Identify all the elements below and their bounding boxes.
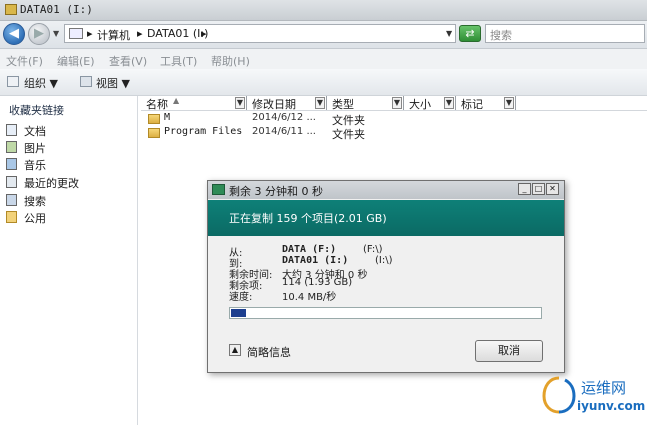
fewer-details-label[interactable]: 简略信息 bbox=[247, 344, 291, 360]
forward-button[interactable]: ▶ bbox=[28, 23, 50, 45]
column-filter-icon[interactable]: ▼ bbox=[504, 97, 514, 109]
file-row[interactable]: M 2014/6/12 ... 文件夹 bbox=[148, 112, 408, 127]
address-bar-area: ◀ ▶ ▼ ▸ 计算机 ▸ DATA01 (I:) ▸ ▼ ⇄ 搜索 bbox=[0, 21, 647, 49]
menu-bar: 文件(F) 编辑(E) 查看(V) 工具(T) 帮助(H) bbox=[0, 49, 647, 69]
sidebar-item-search[interactable]: 搜索 bbox=[6, 192, 134, 208]
sidebar-item-public[interactable]: 公用 bbox=[6, 209, 134, 225]
arrow-left-icon: ◀ bbox=[9, 26, 19, 41]
organize-icon bbox=[7, 76, 19, 87]
watermark: 运维网 iyunv.com bbox=[541, 375, 645, 421]
progress-fill bbox=[231, 309, 246, 317]
minimize-button[interactable]: _ bbox=[518, 183, 531, 195]
organize-button[interactable]: 组织 ▼ bbox=[24, 75, 58, 91]
watermark-site: iyunv.com bbox=[577, 399, 646, 413]
close-button[interactable]: ✕ bbox=[546, 183, 559, 195]
folder-icon bbox=[148, 114, 160, 124]
column-size[interactable]: 大小 ▼ bbox=[404, 96, 456, 111]
menu-help[interactable]: 帮助(H) bbox=[211, 53, 250, 69]
column-tags[interactable]: 标记 ▼ bbox=[456, 96, 516, 111]
column-filter-icon[interactable]: ▼ bbox=[315, 97, 325, 109]
search-icon bbox=[6, 194, 17, 206]
menu-tools[interactable]: 工具(T) bbox=[160, 53, 197, 69]
recent-icon bbox=[6, 176, 17, 188]
arrow-right-icon: ▶ bbox=[34, 26, 44, 41]
column-name[interactable]: 名称 ▲ ▼ bbox=[141, 96, 247, 111]
menu-edit[interactable]: 编辑(E) bbox=[57, 53, 95, 69]
column-date[interactable]: 修改日期 ▼ bbox=[247, 96, 327, 111]
menu-file[interactable]: 文件(F) bbox=[6, 53, 43, 69]
refresh-icon: ⇄ bbox=[465, 27, 475, 40]
breadcrumb-drive[interactable]: DATA01 (I:) bbox=[147, 27, 208, 40]
sidebar-item-music[interactable]: 音乐 bbox=[6, 156, 134, 172]
column-header: 名称 ▲ ▼ 修改日期 ▼ 类型 ▼ 大小 ▼ 标记 ▼ bbox=[141, 96, 647, 111]
column-filter-icon[interactable]: ▼ bbox=[392, 97, 402, 109]
logo-icon bbox=[542, 376, 576, 414]
drive-icon bbox=[5, 4, 17, 15]
address-input[interactable]: ▸ 计算机 ▸ DATA01 (I:) ▸ bbox=[64, 24, 456, 43]
pictures-icon bbox=[6, 141, 17, 153]
maximize-button[interactable]: □ bbox=[532, 183, 545, 195]
copy-summary: 正在复制 159 个项目(2.01 GB) bbox=[229, 212, 387, 225]
collapse-details-button[interactable]: ▲ bbox=[229, 344, 241, 356]
dialog-title: 剩余 3 分钟和 0 秒 bbox=[229, 185, 323, 198]
navigation-pane: 收藏夹链接 文档 图片 音乐 最近的更改 搜索 公用 bbox=[0, 96, 138, 425]
cancel-button[interactable]: 取消 bbox=[475, 340, 543, 362]
views-button[interactable]: 视图 ▼ bbox=[96, 75, 130, 91]
column-filter-icon[interactable]: ▼ bbox=[444, 97, 454, 109]
explorer-window: DATA01 (I:) ◀ ▶ ▼ ▸ 计算机 ▸ DATA01 (I:) ▸ … bbox=[0, 0, 647, 425]
menu-view[interactable]: 查看(V) bbox=[109, 53, 147, 69]
column-type[interactable]: 类型 ▼ bbox=[327, 96, 404, 111]
crumb-separator-icon[interactable]: ▸ bbox=[201, 27, 207, 40]
crumb-separator-icon[interactable]: ▸ bbox=[137, 27, 143, 40]
address-dropdown-icon[interactable]: ▼ bbox=[446, 29, 452, 38]
title-bar: DATA01 (I:) bbox=[0, 0, 647, 21]
sort-up-icon: ▲ bbox=[173, 96, 180, 105]
folder-icon bbox=[148, 128, 160, 138]
breadcrumb-computer[interactable]: 计算机 bbox=[97, 27, 130, 43]
folder-icon bbox=[6, 211, 17, 223]
sidebar-item-recent[interactable]: 最近的更改 bbox=[6, 174, 134, 190]
command-bar: 组织 ▼ 视图 ▼ bbox=[0, 69, 647, 96]
documents-icon bbox=[6, 124, 17, 136]
music-icon bbox=[6, 158, 17, 170]
favorites-heading: 收藏夹链接 bbox=[9, 104, 64, 117]
crumb-separator-icon[interactable]: ▸ bbox=[87, 27, 93, 40]
history-dropdown-icon[interactable]: ▼ bbox=[53, 29, 59, 38]
column-filter-icon[interactable]: ▼ bbox=[235, 97, 245, 109]
sidebar-item-pictures[interactable]: 图片 bbox=[6, 139, 134, 155]
search-input[interactable]: 搜索 bbox=[485, 24, 645, 43]
window-title: DATA01 (I:) bbox=[20, 3, 93, 16]
watermark-brand: 运维网 bbox=[581, 379, 627, 397]
dialog-header: 正在复制 159 个项目(2.01 GB) bbox=[208, 200, 564, 236]
dialog-title-bar: 剩余 3 分钟和 0 秒 _ □ ✕ bbox=[208, 181, 564, 199]
computer-icon bbox=[69, 28, 83, 39]
copy-progress-dialog: 剩余 3 分钟和 0 秒 _ □ ✕ 正在复制 159 个项目(2.01 GB)… bbox=[207, 180, 565, 373]
copy-icon bbox=[212, 184, 225, 195]
views-icon bbox=[80, 76, 92, 87]
sidebar-item-documents[interactable]: 文档 bbox=[6, 122, 134, 138]
progress-bar bbox=[229, 307, 542, 319]
file-row[interactable]: Program Files 2014/6/11 ... 文件夹 bbox=[148, 126, 408, 141]
refresh-button[interactable]: ⇄ bbox=[459, 25, 481, 42]
back-button[interactable]: ◀ bbox=[3, 23, 25, 45]
